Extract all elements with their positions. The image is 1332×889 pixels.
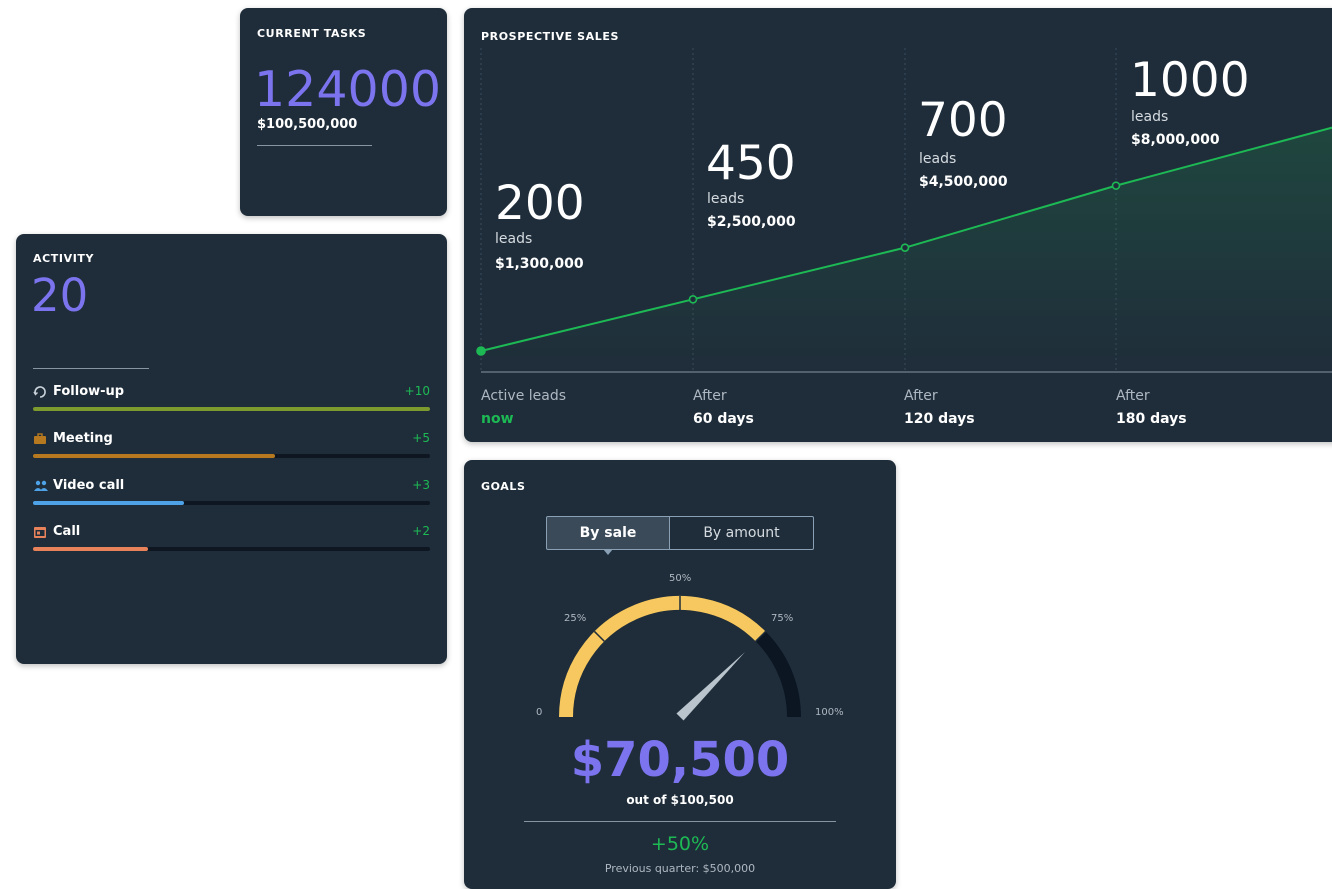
activity-delta: +5 — [412, 431, 430, 445]
x-axis-label: After — [1116, 388, 1150, 404]
activity-row-meeting: Meeting +5 — [33, 431, 430, 472]
data-point — [1111, 181, 1121, 190]
gauge-fill — [559, 596, 766, 718]
current-tasks-title: CURRENT TASKS — [257, 27, 367, 40]
leads-value: 1000 — [1130, 53, 1250, 108]
leads-amount: $4,500,000 — [919, 174, 1008, 190]
activity-card: ACTIVITY 20 Follow-up +10 Meeting +5 Vid… — [16, 234, 447, 664]
leads-unit: leads — [707, 191, 745, 207]
gauge-tick-label: 0 — [536, 707, 543, 718]
activity-delta: +10 — [404, 384, 430, 398]
gauge-tick-label: 25% — [564, 613, 587, 624]
activity-progress-track — [33, 407, 430, 411]
leads-amount: $8,000,000 — [1131, 132, 1220, 148]
leads-unit: leads — [495, 231, 533, 247]
x-axis-value: 60 days — [693, 411, 754, 427]
activity-value: 20 — [31, 269, 89, 322]
activity-delta: +2 — [412, 524, 430, 538]
activity-progress-track — [33, 454, 430, 458]
goal-target: out of $100,500 — [626, 793, 734, 807]
leads-unit: leads — [919, 151, 957, 167]
follow-up-icon — [33, 385, 47, 399]
leads-value: 700 — [918, 93, 1008, 148]
activity-title: ACTIVITY — [33, 252, 95, 265]
leads-amount: $1,300,000 — [495, 256, 584, 272]
activity-delta: +3 — [412, 478, 430, 492]
activity-progress-fill — [33, 547, 149, 551]
video-call-icon — [33, 479, 48, 493]
data-point — [900, 243, 910, 252]
activity-row-call: Call +2 — [33, 524, 430, 565]
gauge-tick-label: 75% — [771, 613, 794, 624]
data-point — [476, 346, 486, 356]
goals-card: GOALS By sale By amount 0 25% 50% 75% 10… — [464, 460, 896, 889]
activity-row-follow-up: Follow-up +10 — [33, 384, 430, 425]
leads-value: 450 — [706, 136, 796, 191]
activity-label: Call — [53, 524, 81, 539]
x-axis-value: 180 days — [1116, 411, 1187, 427]
divider — [33, 368, 149, 369]
divider — [524, 821, 836, 822]
x-axis-value: 120 days — [904, 411, 975, 427]
current-tasks-amount: $100,500,000 — [257, 117, 358, 132]
leads-unit: leads — [1131, 109, 1169, 125]
x-axis-label: After — [693, 388, 727, 404]
activity-progress-fill — [33, 501, 184, 505]
x-axis-label: After — [904, 388, 938, 404]
activity-label: Follow-up — [53, 384, 125, 399]
goals-gauge — [559, 596, 801, 721]
gauge-needle — [676, 651, 746, 721]
gauge-tick-label: 100% — [815, 707, 844, 718]
call-icon — [33, 525, 47, 539]
leads-value: 200 — [495, 176, 585, 231]
data-point — [688, 295, 698, 304]
goal-value: $70,500 — [570, 732, 790, 788]
gauge-tick-label: 50% — [669, 573, 692, 584]
activity-label: Meeting — [53, 431, 113, 446]
x-axis-label: Active leads — [481, 388, 567, 404]
divider — [257, 145, 372, 146]
x-axis-value: now — [481, 411, 514, 427]
activity-row-video-call: Video call +3 — [33, 478, 430, 519]
activity-progress-track — [33, 501, 430, 505]
prospective-sales-title: PROSPECTIVE SALES — [481, 30, 619, 43]
current-tasks-value: 124000 — [254, 61, 442, 118]
leads-amount: $2,500,000 — [707, 214, 796, 230]
activity-progress-fill — [33, 454, 276, 458]
previous-quarter: Previous quarter: $500,000 — [604, 862, 756, 875]
activity-label: Video call — [53, 478, 125, 493]
activity-progress-fill — [33, 407, 430, 411]
current-tasks-card: CURRENT TASKS 124000 $100,500,000 — [240, 8, 447, 216]
prospective-sales-card: PROSPECTIVE SALES 200 leads $1,300,000 A… — [464, 8, 1332, 442]
gauge-track — [559, 596, 801, 718]
goal-change: +50% — [650, 833, 710, 855]
meeting-icon — [33, 432, 47, 446]
activity-progress-track — [33, 547, 430, 551]
